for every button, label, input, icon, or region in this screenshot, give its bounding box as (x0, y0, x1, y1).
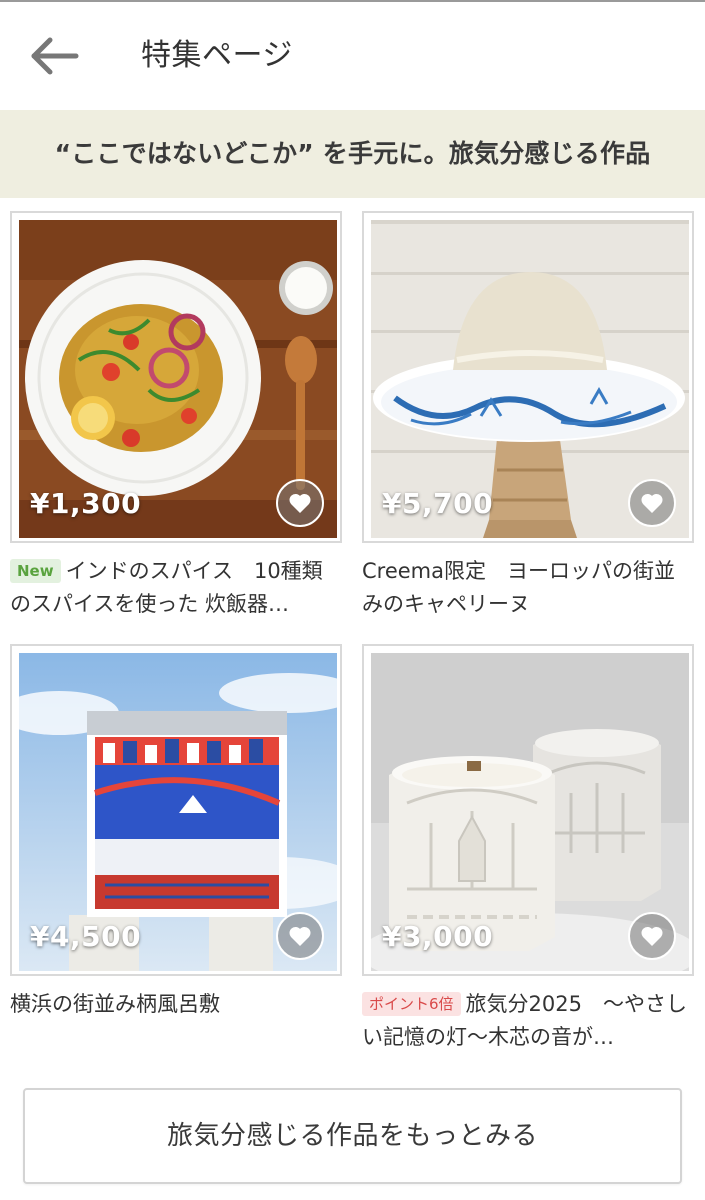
page-title: 特集ページ (141, 38, 293, 73)
price-label: ¥3,000 (382, 920, 494, 953)
product-title[interactable]: New インドのスパイス 10種類のスパイスを使った 炊飯器… (10, 555, 342, 621)
product-title[interactable]: Creema限定 ヨーロッパの街並みのキャペリーヌ (362, 555, 694, 621)
point-badge: ポイント6倍 (362, 992, 461, 1016)
heart-icon (289, 926, 311, 946)
price-label: ¥4,500 (30, 920, 142, 953)
favorite-button[interactable] (276, 479, 324, 527)
arrow-left-icon (31, 37, 79, 75)
product-thumbnail[interactable]: ¥1,300 (10, 211, 342, 543)
heart-icon (641, 493, 663, 513)
product-title[interactable]: ポイント6倍 旅気分2025 ～やさしい記憶の灯～木芯の音が… (362, 988, 694, 1054)
see-more-button[interactable]: 旅気分感じる作品をもっとみる (23, 1088, 682, 1184)
heart-icon (641, 926, 663, 946)
price-label: ¥5,700 (382, 487, 494, 520)
product-thumbnail[interactable]: ¥5,700 (362, 211, 694, 543)
product-title[interactable]: 横浜の街並み柄風呂敷 (10, 988, 342, 1021)
product-title-text: 横浜の街並み柄風呂敷 (10, 992, 220, 1016)
see-more-label: 旅気分感じる作品をもっとみる (166, 1121, 538, 1151)
app-bar: 特集ページ (0, 2, 705, 110)
feature-heading: “ここではないどこか” を手元に。旅気分感じる作品 (54, 139, 651, 168)
new-badge: New (10, 559, 61, 583)
favorite-button[interactable] (276, 912, 324, 960)
favorite-button[interactable] (628, 479, 676, 527)
feature-banner: “ここではないどこか” を手元に。旅気分感じる作品 (0, 110, 705, 198)
heart-icon (289, 493, 311, 513)
product-thumbnail[interactable]: ¥4,500 (10, 644, 342, 976)
price-label: ¥1,300 (30, 487, 142, 520)
product-title-text: Creema限定 ヨーロッパの街並みのキャペリーヌ (362, 559, 675, 616)
back-button[interactable] (22, 30, 86, 82)
product-thumbnail[interactable]: ¥3,000 (362, 644, 694, 976)
favorite-button[interactable] (628, 912, 676, 960)
